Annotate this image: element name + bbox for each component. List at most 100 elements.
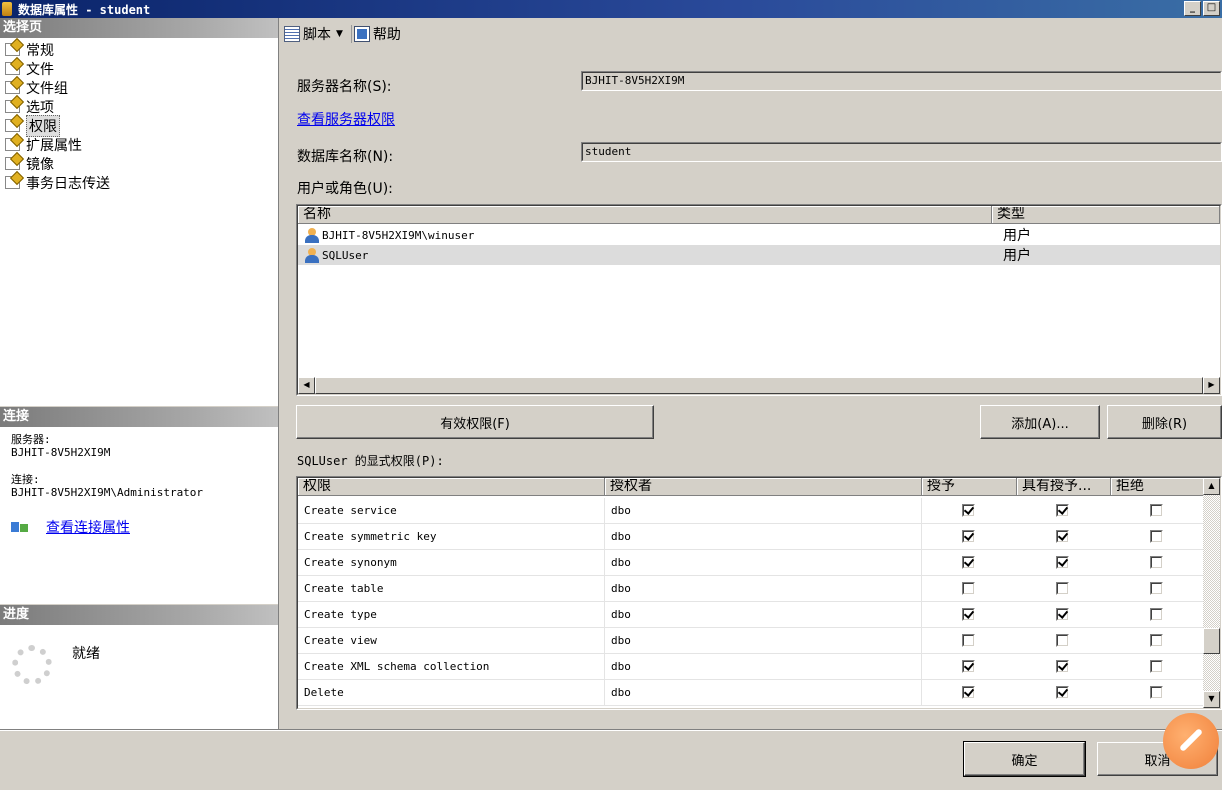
with-grant-checkbox[interactable] — [1056, 686, 1069, 699]
grant-checkbox[interactable] — [962, 686, 975, 699]
page-item-label: 扩展属性 — [26, 137, 82, 154]
with-grant-checkbox[interactable] — [1056, 504, 1069, 517]
user-name: SQLUser — [322, 248, 369, 262]
progress-spinner-icon — [12, 645, 52, 685]
perm-column-grantor[interactable]: 授权者 — [605, 478, 922, 496]
grant-checkbox[interactable] — [962, 582, 975, 595]
permission-name: Create type — [298, 602, 605, 628]
permissions-vertical-scrollbar[interactable]: ▲ ▼ — [1203, 478, 1220, 708]
add-button[interactable]: 添加(A)... — [980, 405, 1100, 439]
page-item[interactable]: 权限 — [0, 114, 278, 137]
permission-grantor: dbo — [605, 498, 922, 524]
permission-row[interactable]: Create XML schema collection dbo — [298, 654, 1204, 680]
remove-button[interactable]: 删除(R) — [1107, 405, 1222, 439]
page-properties-icon — [5, 100, 20, 113]
scroll-left-icon[interactable]: ◀ — [298, 377, 315, 394]
grant-checkbox[interactable] — [962, 634, 975, 647]
minimize-button[interactable]: _ — [1184, 1, 1201, 16]
deny-checkbox[interactable] — [1150, 660, 1163, 673]
with-grant-checkbox[interactable] — [1056, 530, 1069, 543]
user-row[interactable]: BJHIT-8V5H2XI9M\winuser 用户 — [298, 225, 1220, 245]
permission-row[interactable]: Create synonym dbo — [298, 550, 1204, 576]
permission-name: Create XML schema collection — [298, 654, 605, 680]
deny-checkbox[interactable] — [1150, 504, 1163, 517]
restore-button[interactable]: □ — [1203, 1, 1220, 16]
deny-checkbox[interactable] — [1150, 582, 1163, 595]
user-icon — [304, 247, 320, 263]
database-name-field: student — [581, 142, 1222, 162]
dialog-button-bar: 确定 取消 — [0, 729, 1222, 790]
permission-row[interactable]: Create table dbo — [298, 576, 1204, 602]
grant-checkbox[interactable] — [962, 556, 975, 569]
page-item[interactable]: 事务日志传送 — [0, 173, 278, 192]
view-server-permissions-link[interactable]: 查看服务器权限 — [297, 109, 395, 129]
explicit-permissions-label: SQLUser 的显式权限(P): — [297, 454, 444, 468]
deny-checkbox[interactable] — [1150, 608, 1163, 621]
progress-panel: 进度 就绪 — [0, 605, 278, 729]
permission-name: Delete — [298, 680, 605, 706]
with-grant-checkbox[interactable] — [1056, 582, 1069, 595]
with-grant-checkbox[interactable] — [1056, 660, 1069, 673]
page-item[interactable]: 选项 — [0, 97, 278, 116]
users-column-name[interactable]: 名称 — [298, 206, 992, 224]
page-item[interactable]: 文件 — [0, 59, 278, 78]
scroll-right-icon[interactable]: ▶ — [1203, 377, 1220, 394]
perm-column-grant[interactable]: 授予 — [922, 478, 1017, 496]
deny-checkbox[interactable] — [1150, 686, 1163, 699]
permissions-page: 服务器名称(S): BJHIT-8V5H2XI9M 查看服务器权限 数据库名称(… — [280, 50, 1222, 729]
permissions-scroll-thumb[interactable] — [1203, 628, 1220, 654]
perm-column-with-grant[interactable]: 具有授予... — [1017, 478, 1111, 496]
progress-header: 进度 — [0, 605, 278, 625]
page-item[interactable]: 镜像 — [0, 154, 278, 173]
page-item[interactable]: 扩展属性 — [0, 135, 278, 154]
connection-panel: 连接 服务器: BJHIT-8V5H2XI9M 连接: BJHIT-8V5H2X… — [0, 407, 278, 604]
permission-row[interactable]: Create view dbo — [298, 628, 1204, 654]
with-grant-checkbox[interactable] — [1056, 556, 1069, 569]
view-connection-properties-link[interactable]: 查看连接属性 — [46, 517, 130, 537]
permission-row[interactable]: Create type dbo — [298, 602, 1204, 628]
deny-checkbox[interactable] — [1150, 530, 1163, 543]
page-properties-icon — [5, 119, 20, 132]
server-name-label: 服务器名称(S): — [297, 79, 392, 95]
grant-checkbox[interactable] — [962, 530, 975, 543]
page-properties-icon — [5, 81, 20, 94]
grant-checkbox[interactable] — [962, 504, 975, 517]
users-column-type[interactable]: 类型 — [992, 206, 1220, 224]
select-page-panel: 选择页 常规 文件 文件组 选项 权限 扩展属性 镜像 事务日志传送 — [0, 18, 278, 406]
users-or-roles-label: 用户或角色(U): — [297, 181, 393, 197]
ok-button[interactable]: 确定 — [963, 741, 1086, 777]
scroll-down-icon[interactable]: ▼ — [1203, 691, 1220, 708]
page-list: 常规文件 文件组 选项 权限 扩展属性镜像 事务日志传送 — [0, 38, 278, 192]
tools-badge-icon[interactable] — [1163, 713, 1219, 769]
grant-checkbox[interactable] — [962, 660, 975, 673]
chevron-down-icon[interactable]: ▼ — [336, 29, 343, 39]
perm-column-permission[interactable]: 权限 — [298, 478, 605, 496]
database-name-label: 数据库名称(N): — [297, 149, 394, 165]
with-grant-checkbox[interactable] — [1056, 634, 1069, 647]
deny-checkbox[interactable] — [1150, 556, 1163, 569]
page-item[interactable]: 常规 — [0, 40, 278, 59]
page-properties-icon — [5, 157, 20, 170]
users-scroll-thumb[interactable] — [315, 377, 1203, 394]
grant-checkbox[interactable] — [962, 608, 975, 621]
page-properties-icon — [5, 43, 20, 56]
permission-row[interactable]: Create symmetric key dbo — [298, 524, 1204, 550]
users-horizontal-scrollbar[interactable]: ◀ ▶ — [298, 377, 1220, 394]
permission-grantor: dbo — [605, 628, 922, 654]
perm-column-deny[interactable]: 拒绝 — [1111, 478, 1204, 496]
permission-grantor: dbo — [605, 602, 922, 628]
toolbar: 脚本 ▼ 帮助 — [280, 18, 1222, 50]
page-item[interactable]: 文件组 — [0, 78, 278, 97]
page-item-label: 镜像 — [26, 156, 54, 173]
help-button[interactable]: 帮助 — [353, 24, 401, 44]
effective-permissions-button[interactable]: 有效权限(F) — [296, 405, 654, 439]
user-row[interactable]: SQLUser 用户 — [298, 245, 1220, 265]
permission-row[interactable]: Delete dbo — [298, 680, 1204, 706]
page-item-label: 文件 — [26, 61, 54, 78]
with-grant-checkbox[interactable] — [1056, 608, 1069, 621]
permission-row[interactable]: Create service dbo — [298, 498, 1204, 524]
scroll-up-icon[interactable]: ▲ — [1203, 478, 1220, 495]
page-item-label: 权限 — [26, 114, 60, 137]
script-button[interactable]: 脚本 ▼ — [284, 24, 343, 44]
deny-checkbox[interactable] — [1150, 634, 1163, 647]
